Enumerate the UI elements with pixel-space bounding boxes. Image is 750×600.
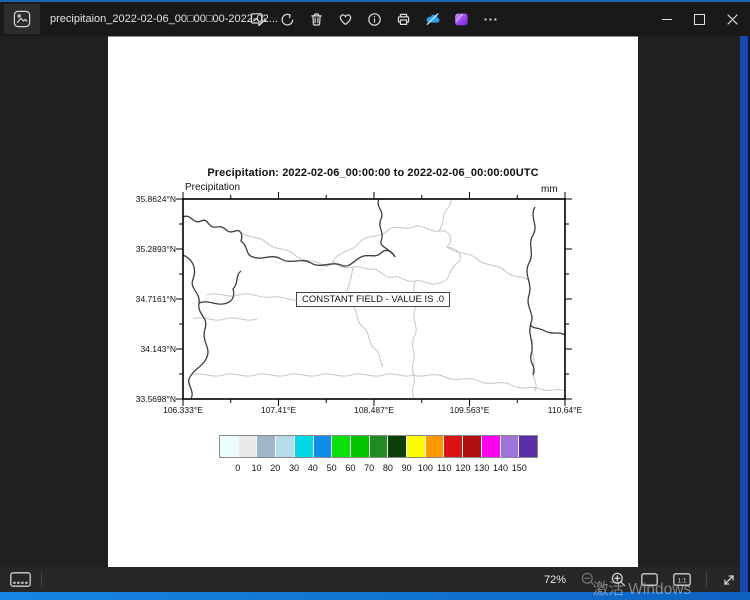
colorbar-tick-label: 10 — [252, 463, 262, 473]
colorbar-segment — [444, 436, 463, 457]
titlebar: precipitaion_2022-02-06_00□00□00-2022-02… — [0, 2, 750, 36]
clipchamp-button[interactable] — [451, 5, 472, 33]
onedrive-sync-off-icon — [424, 11, 441, 28]
statusbar-divider — [706, 572, 707, 587]
zoom-level: 72% — [544, 574, 566, 586]
onedrive-button[interactable] — [422, 5, 443, 33]
see-all-photos-button[interactable] — [4, 4, 40, 34]
colorbar-segments — [219, 435, 538, 458]
colorbar-tick-label: 60 — [345, 463, 355, 473]
edit-image-icon — [250, 11, 267, 28]
see-more-button[interactable] — [480, 5, 501, 33]
heart-icon — [337, 11, 354, 28]
desktop-edge-strip — [740, 36, 748, 592]
colorbar-tick-label: 130 — [474, 463, 489, 473]
colorbar-tick-label: 20 — [270, 463, 280, 473]
lon-tick-label: 109.563°E — [450, 405, 490, 415]
info-button[interactable] — [364, 5, 385, 33]
colorbar-segment — [239, 436, 258, 457]
colorbar-segment — [276, 436, 295, 457]
colorbar-tick-label: 30 — [289, 463, 299, 473]
colorbar-segment — [332, 436, 351, 457]
minimize-button[interactable] — [650, 2, 683, 36]
filmstrip-icon — [10, 572, 31, 587]
colorbar-segment — [314, 436, 333, 457]
top-accent-line — [0, 0, 750, 2]
colorbar-segment — [463, 436, 482, 457]
fullscreen-icon — [722, 573, 736, 587]
colorbar-tick-label: 70 — [364, 463, 374, 473]
print-button[interactable] — [393, 5, 414, 33]
rotate-button[interactable] — [277, 5, 298, 33]
lat-tick-label: 35.8624°N — [114, 194, 176, 204]
delete-icon — [308, 11, 325, 28]
maximize-icon — [694, 14, 705, 25]
close-icon — [727, 14, 738, 25]
colorbar-tick-label: 50 — [327, 463, 337, 473]
rotate-icon — [279, 11, 296, 28]
lat-tick-label: 33.5698°N — [114, 394, 176, 404]
colorbar-segment — [388, 436, 407, 457]
activate-windows-watermark: 激活 Windows — [593, 577, 691, 599]
close-button[interactable] — [716, 2, 749, 36]
maximize-button[interactable] — [683, 2, 716, 36]
statusbar-divider — [41, 572, 42, 587]
lon-tick-label: 106.333°E — [163, 405, 203, 415]
colorbar-tick-label: 100 — [418, 463, 433, 473]
colorbar-segment — [519, 436, 537, 457]
colorbar-segment — [482, 436, 501, 457]
lon-tick-label: 110.64°E — [548, 405, 582, 415]
colorbar-tick-label: 90 — [402, 463, 412, 473]
colorbar-tick-label: 120 — [455, 463, 470, 473]
colorbar-segment — [257, 436, 276, 457]
figure-title: Precipitation: 2022-02-06_00:00:00 to 20… — [108, 167, 638, 179]
info-icon — [366, 11, 383, 28]
window-controls — [650, 2, 749, 36]
lon-tick-label: 107.41°E — [261, 405, 296, 415]
colorbar-segment — [351, 436, 370, 457]
colorbar-segment — [370, 436, 389, 457]
delete-button[interactable] — [306, 5, 327, 33]
favorite-button[interactable] — [335, 5, 356, 33]
colorbar-tick-label: 80 — [383, 463, 393, 473]
edit-image-button[interactable] — [248, 5, 269, 33]
lat-tick-label: 34.143°N — [114, 344, 176, 354]
colorbar-segment — [407, 436, 426, 457]
toolbar — [248, 2, 501, 36]
constant-field-annotation: CONSTANT FIELD - VALUE IS .0 — [296, 292, 450, 307]
colorbar-tick-label: 110 — [437, 463, 451, 473]
colorbar-segment — [426, 436, 445, 457]
colorbar-segment — [501, 436, 520, 457]
lat-tick-label: 35.2893°N — [114, 244, 176, 254]
window-title: precipitaion_2022-02-06_00□00□00-2022-02… — [50, 2, 278, 36]
clipchamp-icon — [453, 11, 470, 28]
lon-tick-label: 108.487°E — [354, 405, 394, 415]
print-icon — [395, 11, 412, 28]
colorbar-tick-label: 0 — [235, 463, 240, 473]
photos-app-icon — [13, 10, 31, 28]
photos-app-window: precipitaion_2022-02-06_00□00□00-2022-02… — [0, 0, 750, 600]
colorbar-tick-label: 150 — [512, 463, 527, 473]
colorbar-segment — [295, 436, 314, 457]
more-ellipsis-icon — [482, 11, 499, 28]
fullscreen-button[interactable] — [722, 573, 736, 587]
minimize-icon — [662, 19, 672, 20]
filmstrip-toggle-button[interactable] — [10, 572, 31, 587]
colorbar-segment — [220, 436, 239, 457]
colorbar-tick-label: 40 — [308, 463, 318, 473]
lat-tick-label: 34.7161°N — [114, 294, 176, 304]
image-canvas: Precipitation: 2022-02-06_00:00:00 to 20… — [108, 36, 638, 567]
colorbar-tick-label: 140 — [493, 463, 508, 473]
